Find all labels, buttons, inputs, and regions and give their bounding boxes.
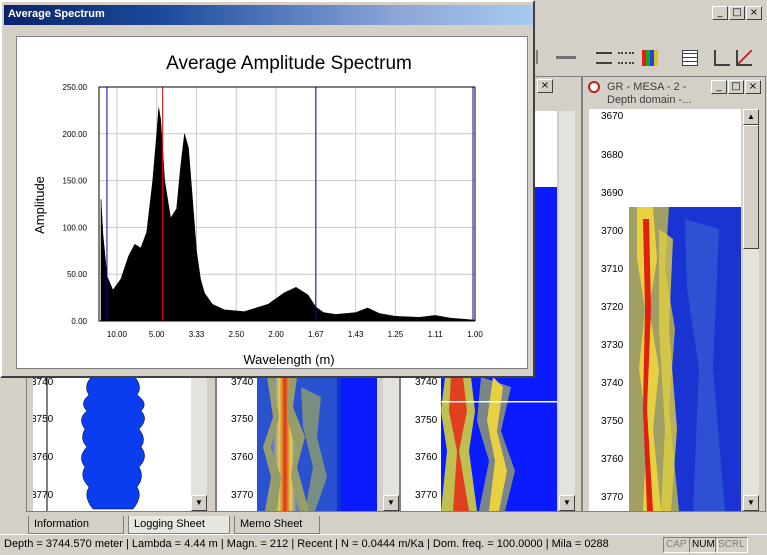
spectrum-chart: Average Amplitude Spectrum Wavelength (m… [32,53,483,367]
depth-scale-center: 3740 3750 3760 3770 [217,377,257,511]
track-panel-right: GR - MESA - 2 - Depth domain -... _ □ × … [582,76,766,512]
depth-label: 3720 [601,302,624,313]
depth-label: 3770 [231,490,254,501]
gr-track-left: 3740 3750 3760 3770 [33,377,191,511]
x-tick-label: 1.43 [348,330,364,339]
depth-label: 3760 [601,454,624,465]
scrollbar-right[interactable]: ▲ ▼ [743,109,759,511]
scroll-down-button[interactable]: ▼ [559,495,575,511]
y-tick-label: 200.00 [63,130,88,139]
chart-line-icon[interactable] [736,50,752,66]
depth-label: 3740 [415,377,438,388]
depth-label: 3750 [231,414,254,425]
num-indicator: NUM [689,537,718,553]
depth-label: 3690 [601,188,624,199]
x-tick-label: 5.00 [149,330,165,339]
wavelet-heatmap-center [257,377,377,511]
depth-label: 3680 [601,150,624,161]
scroll-up-button[interactable]: ▲ [743,109,759,125]
depth-label: 3750 [601,416,624,427]
tab-memo-sheet[interactable]: Memo Sheet [234,516,320,534]
right-panel-title-line2: Depth domain -... [607,94,692,106]
depth-label: 3710 [601,264,624,275]
x-tick-label: 2.00 [268,330,284,339]
right-minimize-icon[interactable]: _ [711,80,727,94]
minimize-icon[interactable]: _ [712,6,728,20]
line-style-icon[interactable] [556,56,576,59]
close-icon[interactable]: × [746,6,762,20]
mid-close-icon[interactable]: × [537,79,553,93]
color-bars-icon[interactable] [642,50,658,66]
maximize-icon[interactable]: □ [729,6,745,20]
x-tick-label: 1.67 [308,330,324,339]
depth-label: 3670 [601,111,624,122]
depth-label: 3740 [231,377,254,388]
scrollbar-center[interactable]: ▼ [383,377,399,511]
depth-scale-right: 3670 3680 3690 3700 3710 3720 3730 3740 … [589,109,629,511]
scrollbar-mid[interactable]: ▼ [559,111,575,511]
y-axis-label: Amplitude [32,176,47,234]
tab-logging-sheet[interactable]: Logging Sheet [128,516,230,534]
right-maximize-icon[interactable]: □ [728,80,744,94]
right-panel-title-line1: GR - MESA - 2 - [607,81,687,93]
dotted-lines-icon[interactable] [618,52,634,64]
y-tick-label: 250.00 [63,83,88,92]
track-panel-center: 3740 3750 3760 3770 ▼ [216,376,400,512]
x-tick-label: 1.11 [428,330,444,339]
y-tick-label: 50.00 [67,270,88,279]
depth-label: 3750 [33,414,54,425]
chart-axis-icon[interactable] [714,50,730,66]
scroll-down-button[interactable]: ▼ [191,495,207,511]
wavelet-heatmap-right [629,109,741,511]
x-tick-label: 1.00 [467,330,483,339]
align-icon[interactable] [596,52,612,64]
depth-label: 3740 [33,377,54,388]
y-tick-label: 150.00 [63,177,88,186]
x-tick-label: 10.00 [107,330,128,339]
depth-label: 3760 [231,452,254,463]
scroll-down-button[interactable]: ▼ [743,495,759,511]
y-tick-label: 100.00 [63,223,88,232]
chart-title: Average Amplitude Spectrum [166,53,412,74]
tab-information[interactable]: Information [28,516,124,534]
scrollbar-left[interactable]: ▼ [191,377,207,511]
x-axis-label: Wavelength (m) [243,352,334,367]
status-bar: Depth = 3744.570 meter | Lambda = 4.44 m… [0,534,767,555]
scrl-indicator: SCRL [715,537,748,553]
depth-label: 3740 [601,378,624,389]
depth-label: 3760 [415,452,438,463]
scroll-thumb[interactable] [743,125,759,249]
toolbar-grip-icon [536,50,544,64]
dialog-title: Average Spectrum [8,8,105,20]
grid-icon[interactable] [682,50,698,66]
track-panel-left: 3740 3750 3760 3770 ▼ [26,376,216,512]
x-tick-label: 1.25 [388,330,404,339]
depth-label: 3760 [33,452,54,463]
status-text: Depth = 3744.570 meter | Lambda = 4.44 m… [4,538,609,550]
cap-indicator: CAP [663,537,690,553]
scroll-down-button[interactable]: ▼ [383,495,399,511]
y-tick-label: 0.00 [71,317,87,326]
depth-label: 3770 [33,490,54,501]
depth-label: 3730 [601,340,624,351]
toolbar [536,44,767,72]
right-close-icon[interactable]: × [745,80,761,94]
x-tick-label: 2.50 [228,330,244,339]
depth-label: 3770 [415,490,438,501]
dialog-titlebar[interactable]: Average Spectrum [4,5,533,25]
chart-area: Average Amplitude Spectrum Wavelength (m… [16,36,528,369]
x-tick-label: 3.33 [189,330,205,339]
depth-label: 3770 [601,492,624,503]
depth-label: 3750 [415,415,438,426]
average-spectrum-dialog[interactable]: Average Spectrum Average Amplitude Spect… [0,0,535,378]
depth-label: 3700 [601,226,624,237]
target-icon [588,81,600,93]
